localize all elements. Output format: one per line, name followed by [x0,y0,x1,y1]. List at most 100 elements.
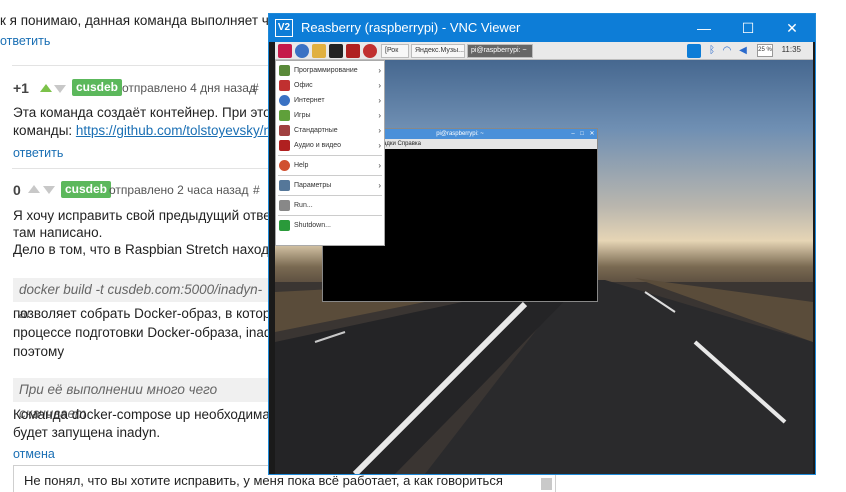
menu-item-label: Run... [294,202,313,209]
answer1-posted: отправлено 4 дня назад [122,81,256,95]
answer1-line2-prefix: команды: [13,123,76,138]
chevron-right-icon: › [378,181,381,190]
accessories-icon [279,125,290,136]
menu-item-preferences[interactable]: Параметры › [276,178,384,193]
menu-item-programming[interactable]: Программирование › [276,63,384,78]
chevron-right-icon: › [378,141,381,150]
bluetooth-icon[interactable]: ᛒ [705,44,719,58]
terminal-minimize-button[interactable]: – [569,129,577,139]
answer2-line5: процессе подготовки Docker-образа, inady [13,325,279,340]
vnc-tray-icon[interactable] [687,44,701,58]
github-link[interactable]: https://github.com/tolstoyevsky/n [76,123,271,138]
taskbar-task[interactable]: [Рок [381,44,409,58]
divider [12,168,268,169]
answer1-anchor[interactable]: # [252,80,259,97]
run-icon [279,200,290,211]
applications-menu[interactable]: Программирование › Офис › Интернет › Игр… [275,60,385,246]
menu-item-shutdown[interactable]: Shutdown... [276,218,384,233]
answer1-score: +1 [13,80,29,96]
menu-separator [278,175,382,176]
help-icon [279,160,290,171]
menu-separator [278,155,382,156]
minimize-button[interactable]: — [682,14,726,42]
chevron-right-icon: › [378,111,381,120]
menu-item-help[interactable]: Help › [276,158,384,173]
terminal-close-button[interactable]: ✕ [588,129,596,139]
menu-item-label: Параметры [294,182,332,189]
divider [12,65,268,66]
chevron-right-icon: › [378,81,381,90]
menu-item-label: Help [294,162,309,169]
user-badge[interactable]: cusdeb [72,79,123,96]
games-icon [279,110,290,121]
menu-item-office[interactable]: Офис › [276,78,384,93]
downvote-icon[interactable] [43,186,55,194]
menu-item-label: Интернет [294,97,325,104]
code-quote: docker build -t cusdeb.com:5000/inadyn-a… [13,278,269,321]
answer2-line1: Я хочу исправить свой предыдущий ответ, [13,208,279,223]
forum-text-top: к я понимаю, данная команда выполняет чт… [0,13,283,28]
answer2-score: 0 [13,182,21,198]
vnc-logo-icon: V2 [275,19,293,37]
answer2-anchor[interactable]: # [253,182,260,199]
vnc-titlebar[interactable]: V2 Reasberry (raspberrypi) - VNC Viewer … [269,14,815,42]
answer2-line7: Команда docker-compose up необходима д [13,407,282,422]
user-badge[interactable]: cusdeb [61,181,112,198]
answer2-line2: там написано. [13,225,103,240]
chevron-right-icon: › [378,96,381,105]
volume-icon[interactable]: ◀ [736,44,750,58]
cpu-monitor: 25 % [757,44,773,57]
menu-item-accessories[interactable]: Стандартные › [276,123,384,138]
office-icon [279,80,290,91]
cancel-link[interactable]: отмена [13,446,55,463]
answer2-line6: поэтому [13,344,65,359]
close-button[interactable]: ✕ [770,14,814,42]
scrollbar-thumb[interactable] [541,478,552,490]
chevron-right-icon: › [378,126,381,135]
rpi-taskbar: [Рок Яндекс.Музы... pi@raspberrypi: ~ ᛒ … [275,42,813,60]
answer2-posted: отправлено 2 часа назад [109,183,249,197]
answer2-line4: позволяет собрать Docker-образ, в которо [13,306,278,321]
file-manager-icon[interactable] [312,44,326,58]
maximize-button[interactable]: ☐ [726,14,770,42]
shutdown-icon [279,220,290,231]
menu-item-label: Программирование [294,67,358,74]
menu-separator [278,215,382,216]
upvote-icon[interactable] [40,84,52,92]
audio-video-icon [279,140,290,151]
menu-item-label: Стандартные [294,127,338,134]
taskbar-task[interactable]: Яндекс.Музы... [411,44,465,58]
comment-text: Не понял, что вы хотите исправить, у мен… [24,473,503,488]
mathematica-icon[interactable] [363,44,377,58]
window-title: Reasberry (raspberrypi) - VNC Viewer [301,20,521,35]
taskbar-task[interactable]: pi@raspberrypi: ~ [467,44,533,58]
menu-item-run[interactable]: Run... [276,198,384,213]
menu-item-internet[interactable]: Интернет › [276,93,384,108]
menu-item-label: Shutdown... [294,222,331,229]
quote-block: При её выполнении много чего скачивает [13,378,269,421]
terminal-icon[interactable] [329,44,343,58]
reply-link-top[interactable]: ответить [0,33,50,50]
reply-link-answer1[interactable]: ответить [13,145,63,162]
answer1-line2: команды: https://github.com/tolstoyevsky… [13,122,271,139]
menu-item-games[interactable]: Игры › [276,108,384,123]
internet-icon [279,95,290,106]
chevron-right-icon: › [378,161,381,170]
menu-item-label: Игры [294,112,311,119]
chevron-right-icon: › [378,66,381,75]
browser-icon[interactable] [295,44,309,58]
downvote-icon[interactable] [54,85,66,93]
clock: 11:35 [781,45,801,54]
wolfram-icon[interactable] [346,44,360,58]
wifi-icon[interactable]: ◠ [720,44,734,58]
terminal-maximize-button[interactable]: □ [578,129,586,139]
remote-desktop[interactable]: [Рок Яндекс.Музы... pi@raspberrypi: ~ ᛒ … [275,42,813,474]
upvote-icon[interactable] [28,185,40,193]
menu-item-audio-video[interactable]: Аудио и видео › [276,138,384,153]
answer1-line1: Эта команда создаёт контейнер. При этом [13,105,280,120]
answer2-line8: будет запущена inadyn. [13,425,161,440]
vnc-viewer-window[interactable]: V2 Reasberry (raspberrypi) - VNC Viewer … [268,13,816,475]
raspberry-menu-icon[interactable] [278,44,292,58]
menu-item-label: Аудио и видео [294,142,342,149]
preferences-icon [279,180,290,191]
